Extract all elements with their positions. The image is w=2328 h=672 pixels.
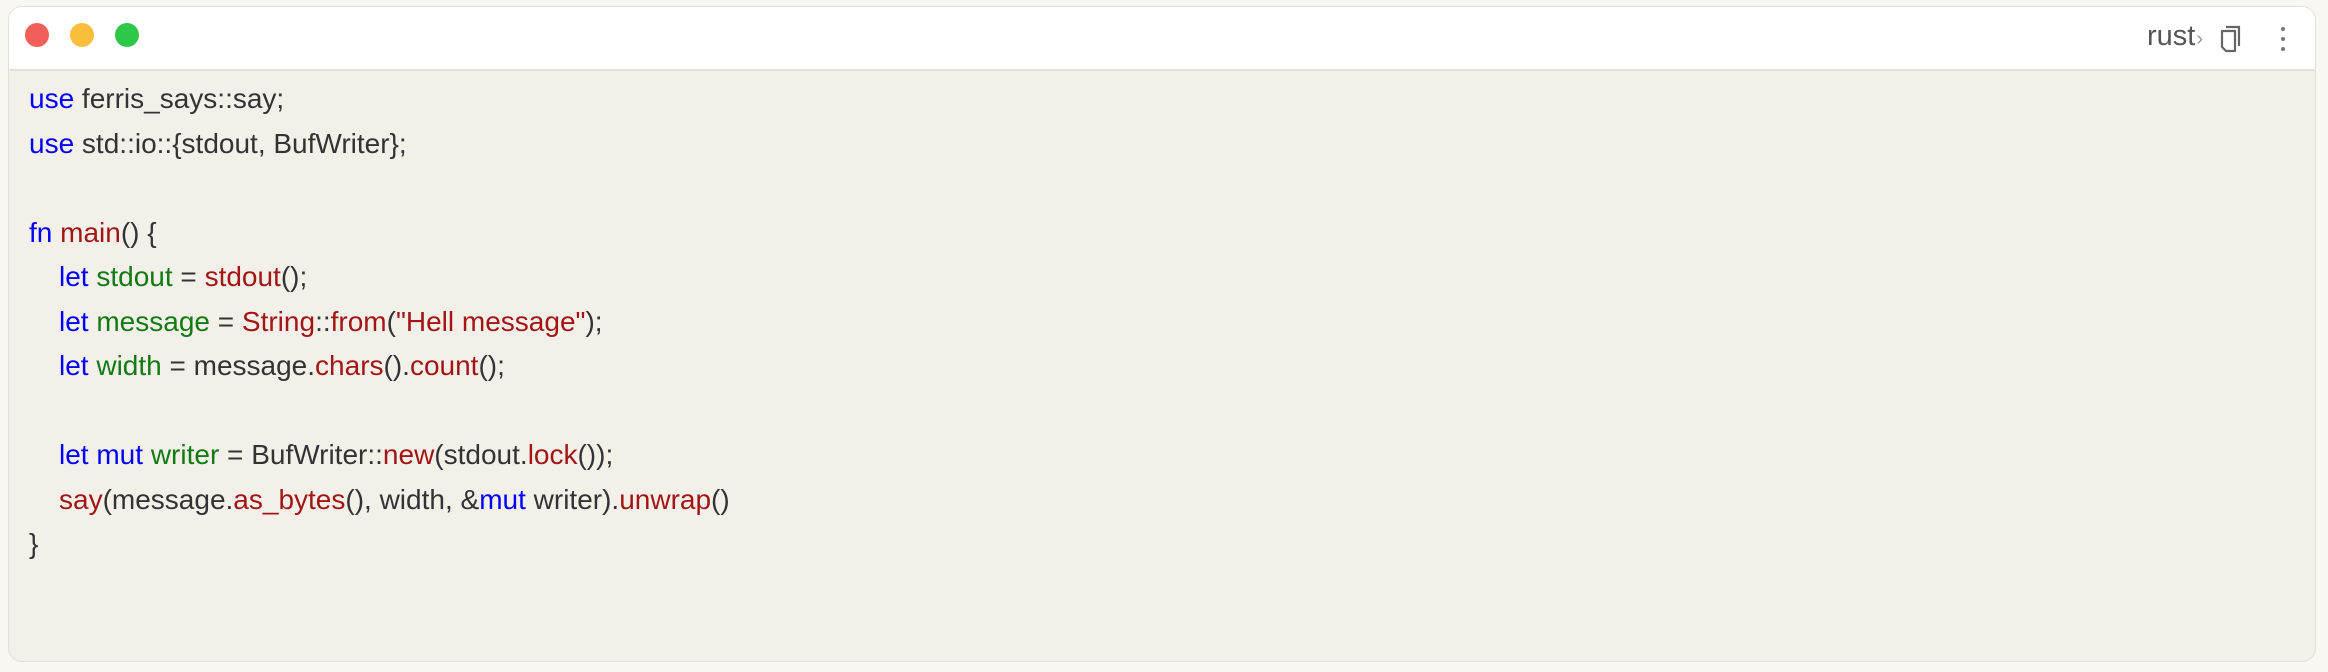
- code-token-plain: std::io::{stdout, BufWriter};: [74, 127, 407, 159]
- code-token-plain: (stdout.: [434, 439, 528, 470]
- code-token-keyword: mut: [96, 439, 144, 470]
- code-line: let mut writer = BufWriter::new(stdout.l…: [29, 433, 730, 478]
- code-content: use ferris_says::say; use std::io::{stdou…: [29, 77, 730, 567]
- copy-icon[interactable]: [2219, 25, 2243, 53]
- code-token-keyword: fn: [29, 216, 53, 248]
- code-token-plain: () {: [120, 216, 157, 248]
- code-token-function: chars: [315, 350, 384, 381]
- code-token-keyword: let: [59, 350, 89, 381]
- code-token-plain: writer).: [525, 483, 620, 515]
- language-selector[interactable]: rust›: [2147, 20, 2203, 53]
- code-token-plain: =: [209, 305, 242, 337]
- code-line: fn main() {: [29, 211, 730, 256]
- code-token-function: String: [241, 305, 316, 337]
- code-line: let width = message.chars().count();: [29, 344, 730, 389]
- code-token-function: as_bytes: [233, 483, 346, 515]
- code-block-window: rust› use ferris_says::say; use std::io::…: [8, 6, 2316, 662]
- code-line: }: [29, 522, 730, 567]
- code-token-plain: = message.: [161, 350, 316, 381]
- code-line: use ferris_says::say;: [29, 77, 730, 122]
- code-line: let stdout = stdout();: [29, 255, 730, 300]
- code-token-string: "Hell message": [395, 305, 586, 337]
- code-token-function: count: [409, 350, 479, 381]
- code-token-keyword: use: [29, 83, 75, 114]
- code-line: let message = String::from("Hell message…: [29, 300, 730, 345]
- code-token-plain: ferris_says::say;: [74, 83, 285, 114]
- code-line: say(message.as_bytes(), width, &mut writ…: [29, 478, 730, 523]
- chevron-right-icon: ›: [2196, 28, 2203, 50]
- code-token-plain: (: [386, 305, 396, 337]
- code-token-variable: message: [96, 305, 210, 337]
- code-token-plain: ());: [577, 439, 614, 470]
- code-token-plain: = BufWriter::: [219, 439, 383, 470]
- code-block-header: rust›: [9, 7, 2315, 71]
- code-token-function: new: [382, 439, 435, 470]
- more-vertical-icon[interactable]: [2279, 25, 2287, 53]
- close-dot[interactable]: [25, 23, 49, 47]
- code-token-plain: (): [711, 483, 730, 515]
- code-token-plain: (message.: [102, 483, 234, 515]
- code-token-function: main: [60, 216, 121, 248]
- code-token-keyword: mut: [479, 483, 526, 515]
- minimize-dot[interactable]: [70, 23, 94, 47]
- code-token-plain: =: [172, 261, 205, 292]
- code-token-function: stdout: [204, 261, 281, 292]
- code-token-plain: ().: [383, 350, 410, 381]
- language-label: rust: [2146, 20, 2196, 52]
- code-token-keyword: let: [59, 439, 89, 470]
- code-token-plain: );: [585, 305, 603, 337]
- code-token-variable: writer: [150, 439, 220, 470]
- code-token-function: lock: [527, 439, 578, 470]
- code-token-variable: stdout: [96, 261, 173, 292]
- code-token-plain: }: [29, 528, 39, 559]
- code-token-keyword: use: [29, 127, 75, 159]
- code-token-function: say: [59, 483, 103, 515]
- code-token-keyword: let: [59, 305, 89, 337]
- code-token-function: unwrap: [619, 483, 712, 515]
- code-token-keyword: let: [59, 261, 89, 292]
- code-token-plain: ::: [315, 305, 331, 337]
- code-token-plain: ();: [478, 350, 505, 381]
- code-token-function: from: [330, 305, 387, 337]
- code-token-plain: ();: [280, 261, 308, 292]
- code-token-variable: width: [96, 350, 162, 381]
- code-line: use std::io::{stdout, BufWriter};: [29, 122, 730, 167]
- code-token-plain: (), width, &: [345, 483, 480, 515]
- maximize-dot[interactable]: [115, 23, 139, 47]
